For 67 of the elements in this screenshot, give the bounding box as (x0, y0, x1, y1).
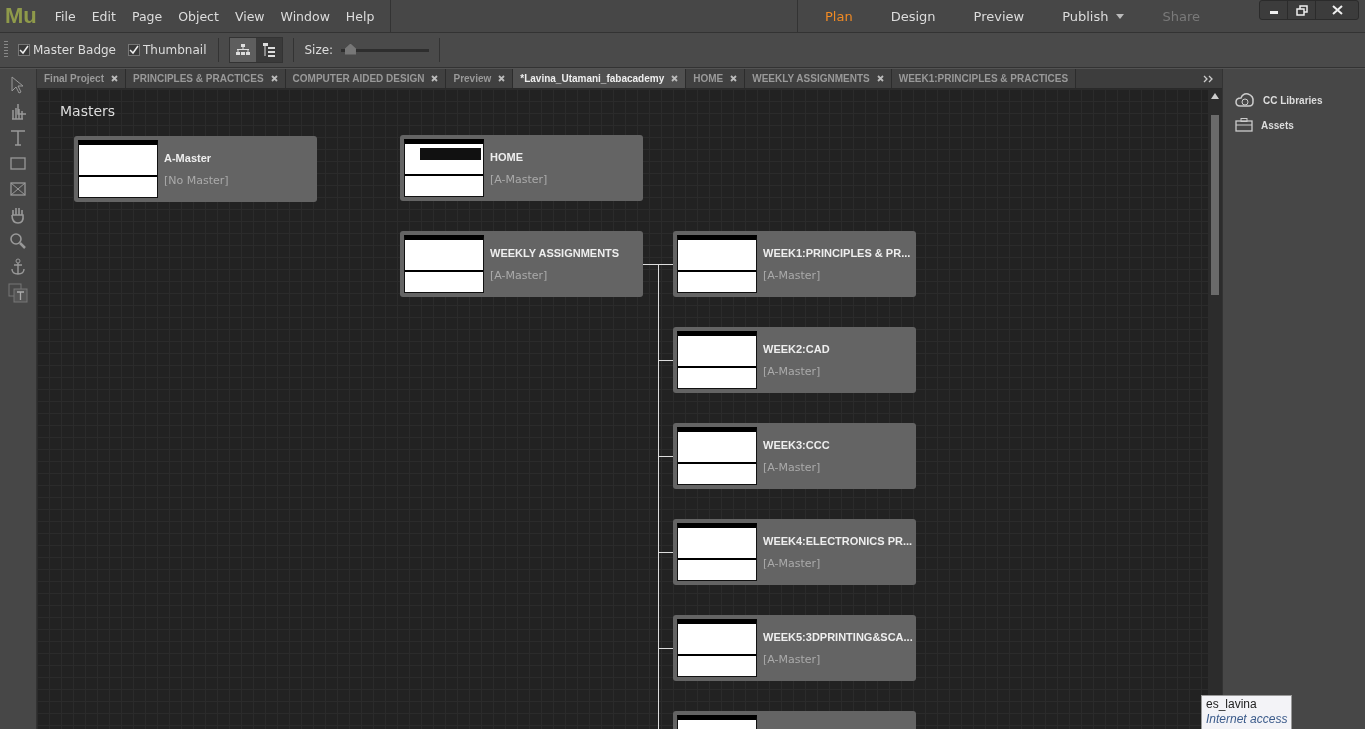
view-toggle[interactable] (230, 38, 257, 62)
checkbox[interactable] (18, 44, 30, 56)
menu-item[interactable]: View (226, 8, 273, 24)
page-title: HOME (490, 150, 524, 163)
page-card[interactable]: WEEK4:ELECTRONICS PR... [A-Master] (673, 519, 916, 585)
section-heading: Masters (60, 103, 116, 119)
master-label: [A-Master] (763, 364, 822, 378)
menu-item[interactable]: Page (123, 8, 171, 24)
panel-item[interactable]: Assets (1223, 113, 1365, 137)
master-label: [No Master] (164, 173, 229, 187)
master-label: [A-Master] (763, 652, 822, 666)
close-icon[interactable] (730, 75, 738, 82)
document-tab[interactable]: *Lavina_Utamani_fabacademy (513, 69, 687, 88)
menu-item[interactable]: Edit (83, 8, 124, 24)
page-card[interactable]: WEEK5:3DPRINTING&SCA... [A-Master] (673, 615, 916, 681)
cloud-icon (1235, 92, 1255, 108)
mode-tab[interactable]: Preview (954, 8, 1044, 24)
page-card[interactable]: WEEK1:PRINCIPLES & PR... [A-Master] (673, 231, 916, 297)
close-icon[interactable] (671, 75, 679, 82)
size-label: Size: (304, 43, 334, 57)
checkbox-option[interactable]: Master Badge (16, 43, 118, 57)
close-icon[interactable] (498, 75, 506, 82)
checkbox-option[interactable]: Thumbnail (126, 43, 209, 57)
tooltip-subtitle: Internet access (1206, 712, 1288, 726)
page-title: WEEKLY ASSIGNMENTS (490, 246, 620, 259)
master-title: A-Master (164, 151, 213, 164)
page-card[interactable]: HOME [A-Master] (400, 135, 643, 201)
sitemap-icon (236, 44, 251, 56)
close-icon[interactable] (876, 75, 884, 82)
checkbox[interactable] (128, 44, 140, 56)
panel-item[interactable]: CC Libraries (1223, 87, 1365, 113)
page-card[interactable]: WEEK3:CCC [A-Master] (673, 423, 916, 489)
close-icon[interactable] (431, 75, 439, 82)
menu-item[interactable]: File (46, 8, 84, 24)
page-card[interactable]: WEEKLY ASSIGNMENTS [A-Master] (400, 231, 643, 297)
restore-icon (1295, 4, 1308, 16)
page-card[interactable]: WEEK2:CAD [A-Master] (673, 327, 916, 393)
mode-tab[interactable]: Design (871, 8, 955, 24)
master-label: [A-Master] (763, 268, 822, 282)
mode-tab[interactable]: Publish (1043, 8, 1144, 24)
close-icon[interactable] (111, 75, 118, 82)
close-icon[interactable] (270, 75, 278, 82)
tooltip-title: es_lavina (1206, 697, 1258, 712)
app-logo: Mu (4, 3, 38, 29)
page-title: WEEK2:CAD (763, 342, 830, 355)
menu-item[interactable]: Window (272, 8, 338, 24)
briefcase-icon (1235, 118, 1253, 132)
master-label: [A-Master] (763, 460, 822, 474)
master-label: [A-Master] (490, 172, 548, 186)
page-title: WEEK3:CCC (763, 438, 830, 451)
view-toggle[interactable] (256, 38, 283, 62)
scrollbar-thumb[interactable] (1211, 115, 1219, 295)
master-card[interactable]: A-Master [No Master] (74, 136, 317, 202)
page-title: WEEK5:3DPRINTING&SCA... (763, 630, 913, 643)
slider-thumb[interactable] (344, 43, 356, 55)
menu-item[interactable]: Help (337, 8, 383, 24)
page-title: WEEK1:PRINCIPLES & PR... (763, 246, 911, 259)
image-frame-icon[interactable] (7, 179, 29, 199)
menu-item[interactable]: Object (170, 8, 227, 24)
text-style-icon[interactable] (7, 283, 29, 303)
mode-tab[interactable]: Plan (805, 8, 872, 24)
close-icon (1331, 5, 1343, 15)
scroll-up-icon[interactable] (1211, 93, 1219, 99)
tree-list-icon (263, 43, 276, 57)
page-title: WEEK4:ELECTRONICS PR... (763, 534, 913, 547)
master-label: [A-Master] (763, 556, 822, 570)
master-label: [A-Master] (490, 268, 549, 282)
